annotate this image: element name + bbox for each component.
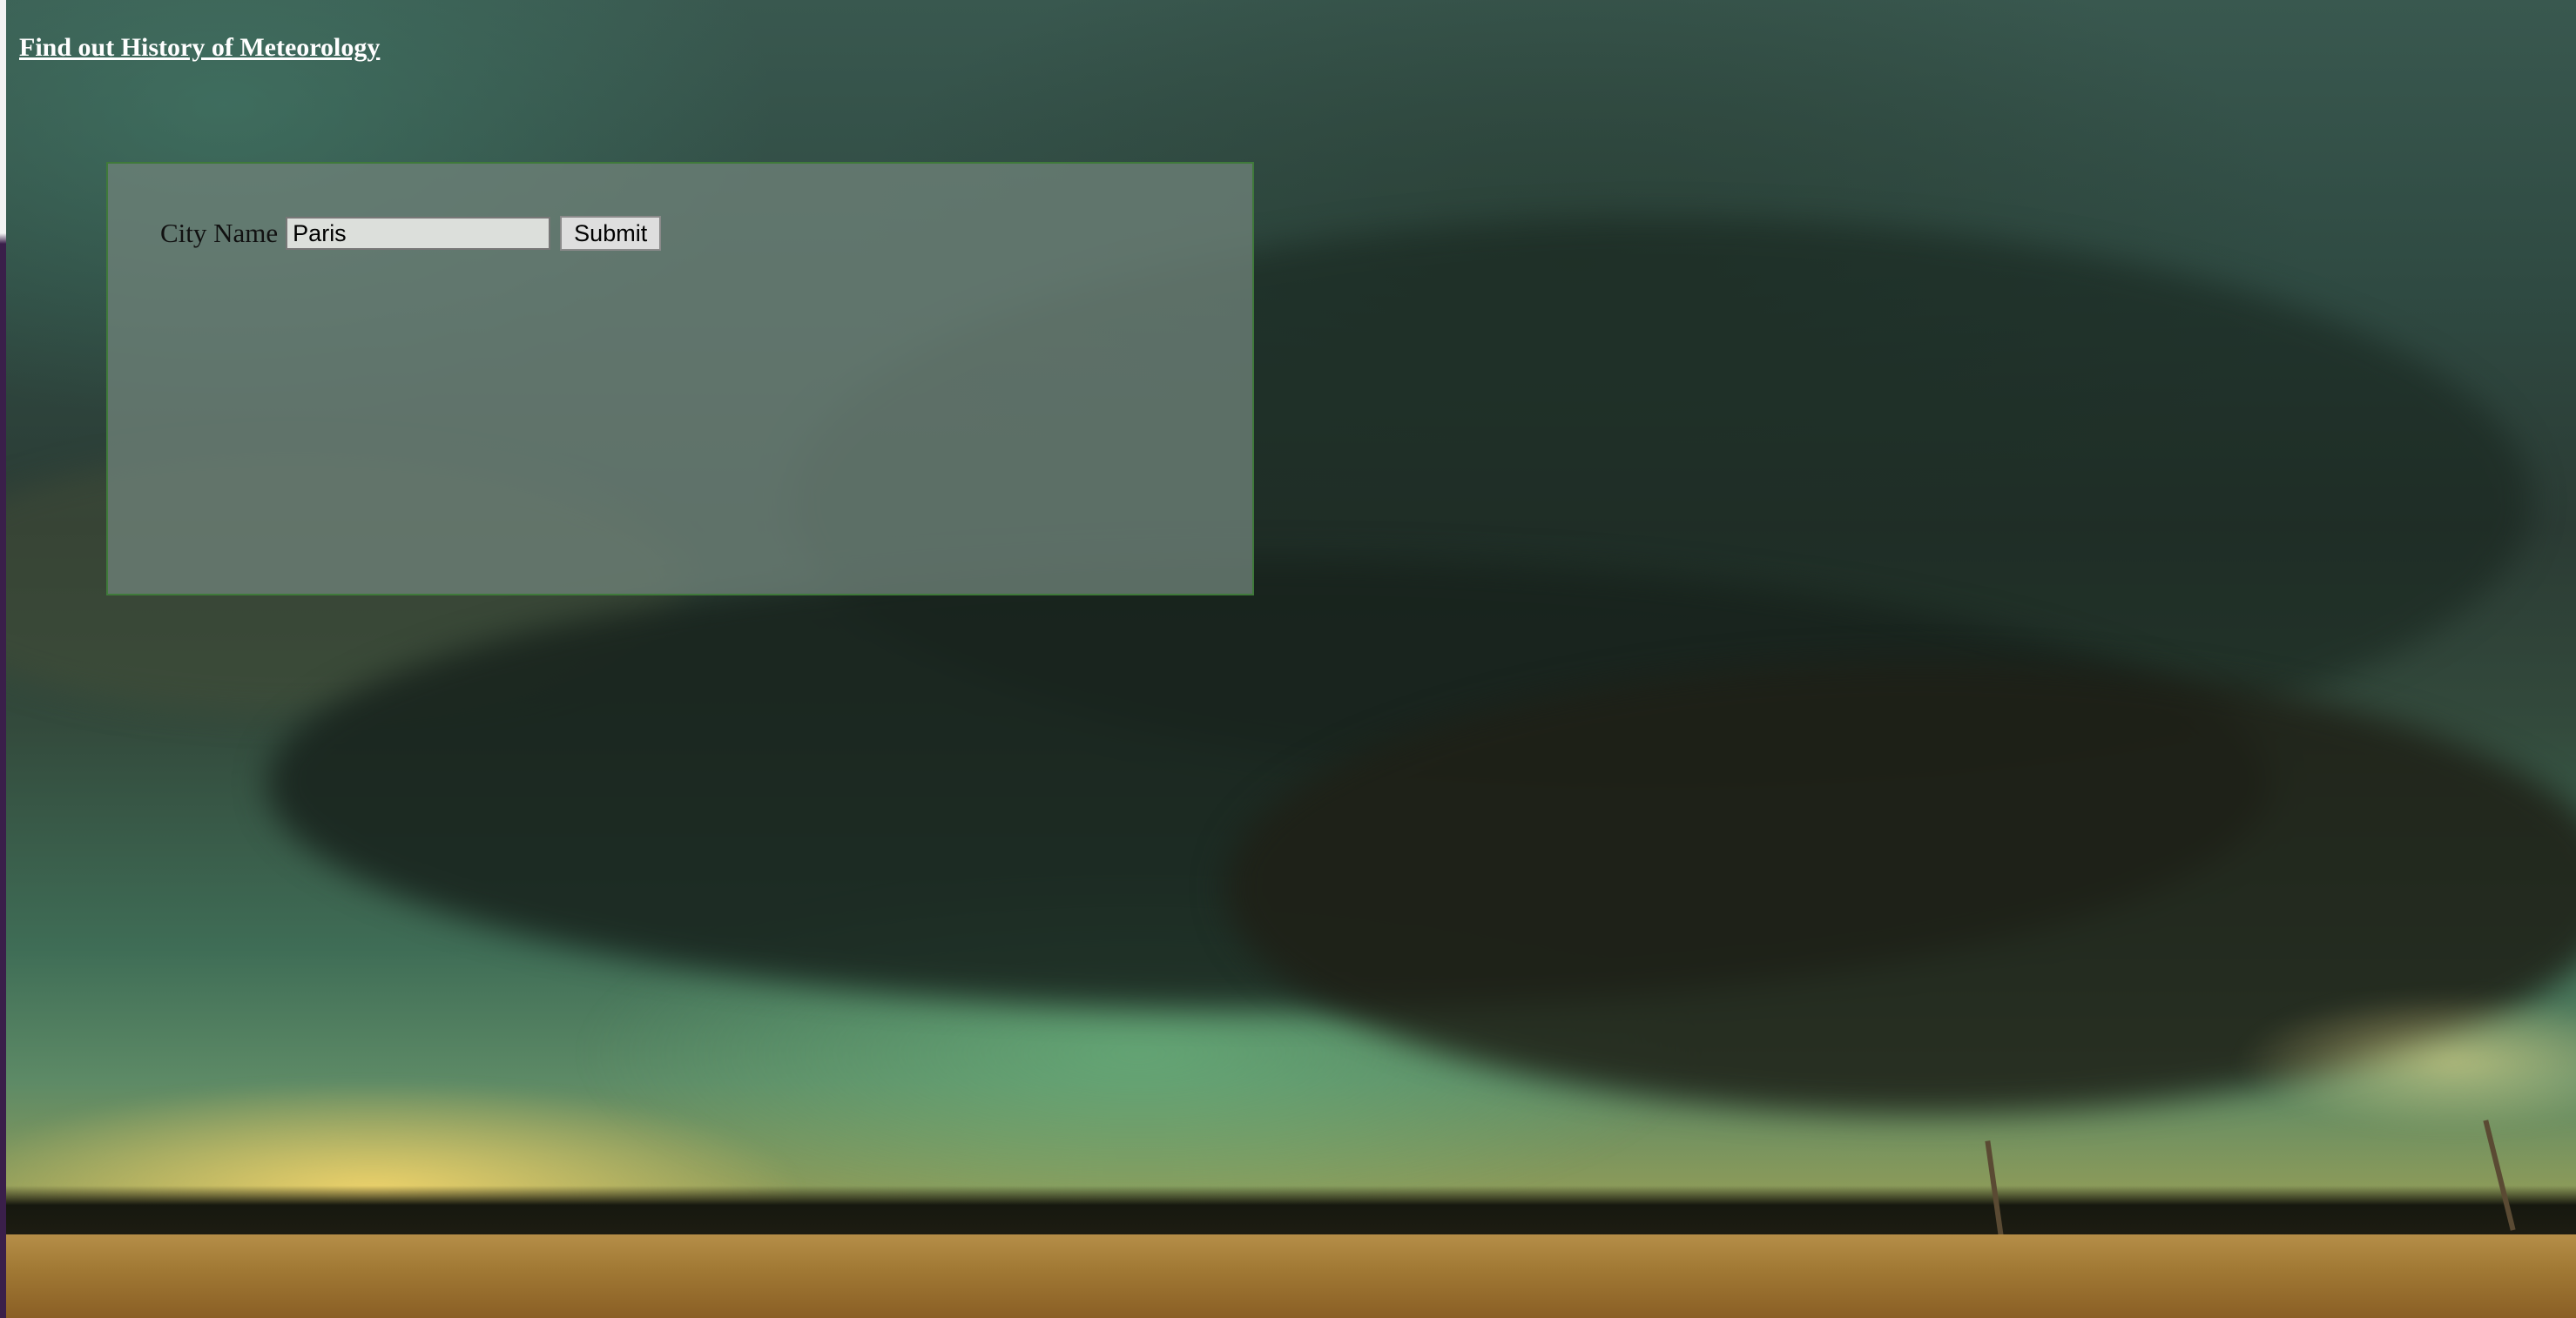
history-of-meteorology-link[interactable]: Find out History of Meteorology xyxy=(19,33,380,63)
treeline xyxy=(6,1186,2576,1234)
city-search-form: City Name Submit xyxy=(160,216,662,251)
city-name-label: City Name xyxy=(160,218,279,248)
window-edge xyxy=(0,0,6,1318)
city-search-panel: City Name Submit xyxy=(106,162,1254,595)
submit-button[interactable]: Submit xyxy=(560,216,662,251)
wheat-field xyxy=(6,1234,2576,1318)
bright-sky-patch xyxy=(2235,992,2576,1132)
city-name-input[interactable] xyxy=(286,217,551,250)
